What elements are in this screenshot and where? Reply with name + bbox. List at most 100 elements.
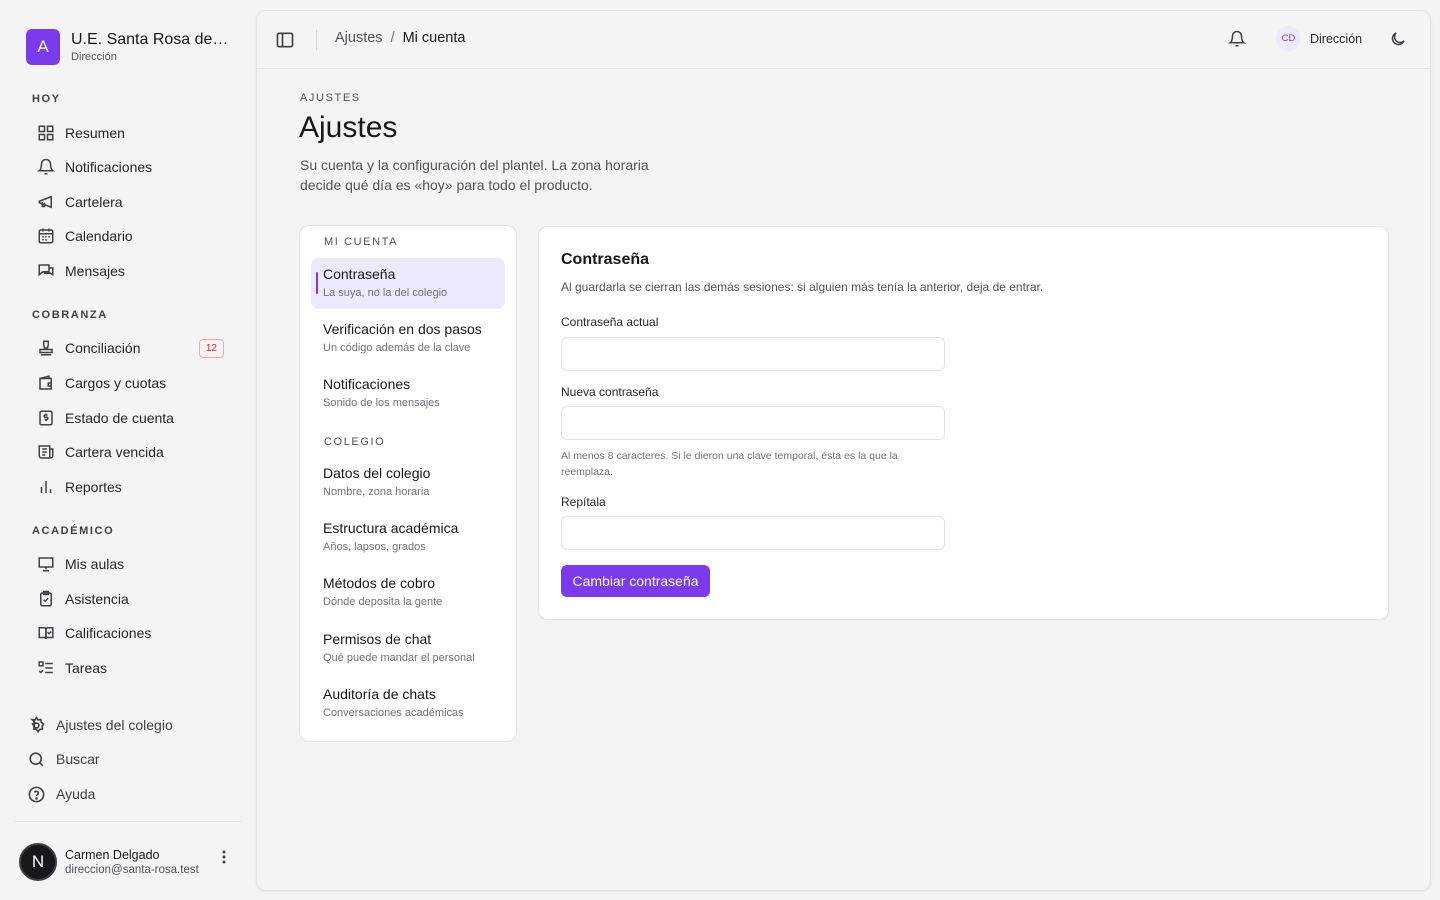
new-password-hint: Al menos 8 caracteres. Si le dieron una … xyxy=(561,450,898,478)
avatar: N xyxy=(19,843,57,881)
new-password-field[interactable] xyxy=(561,406,945,440)
settings-section-mi-cuenta: MI CUENTA xyxy=(324,236,399,248)
sidebar-item-label: Resumen xyxy=(65,125,125,141)
bell-icon[interactable] xyxy=(1228,30,1246,48)
more-vertical-icon[interactable] xyxy=(218,849,230,865)
settings-item-metodos-cobro[interactable]: Métodos de cobro Dónde deposita la gente xyxy=(311,567,505,618)
sidebar-item-label: Mensajes xyxy=(65,263,125,279)
settings-item-title: Estructura académica xyxy=(323,520,459,536)
bar-chart-icon xyxy=(37,478,55,496)
sidebar-item-label: Cartera vencida xyxy=(65,444,164,460)
page-title: Ajustes xyxy=(299,111,398,144)
sidebar-item-cargos[interactable]: Cargos y cuotas xyxy=(32,368,228,398)
settings-item-contrasena[interactable]: Contraseña La suya, no la del colegio xyxy=(311,258,505,309)
settings-item-title: Contraseña xyxy=(323,266,396,282)
statement-icon xyxy=(37,409,55,427)
sidebar-item-label: Cargos y cuotas xyxy=(65,375,167,391)
sidebar-item-ayuda[interactable]: Ayuda xyxy=(27,779,227,809)
chat-icon xyxy=(37,262,55,280)
settings-item-estructura[interactable]: Estructura académica Años, lapsos, grado… xyxy=(311,512,505,563)
settings-item-subtitle: Conversaciones académicas xyxy=(323,707,464,719)
page-description: Su cuenta y la configuración del plantel… xyxy=(300,157,649,193)
megaphone-icon xyxy=(37,193,55,211)
sidebar-item-calendario[interactable]: Calendario xyxy=(32,221,228,251)
repeat-password-field[interactable] xyxy=(561,516,945,550)
sidebar-item-label: Buscar xyxy=(56,751,100,767)
settings-item-title: Verificación en dos pasos xyxy=(323,321,482,337)
count-badge: 12 xyxy=(198,339,224,358)
user-email: direccion@santa-rosa.test xyxy=(65,863,199,876)
sidebar-item-notificaciones[interactable]: Notificaciones xyxy=(32,152,228,182)
sidebar-item-label: Calendario xyxy=(65,228,133,244)
brand-name: U.E. Santa Rosa de Lima xyxy=(71,31,231,48)
settings-item-subtitle: Sonido de los mensajes xyxy=(323,397,440,409)
breadcrumb-current: Mi cuenta xyxy=(402,30,466,46)
help-icon xyxy=(27,785,46,804)
settings-item-subtitle: Qué puede mandar el personal xyxy=(323,652,475,664)
card-description: Al guardarla se cierran las demás sesion… xyxy=(561,280,1044,294)
brand-logo: A xyxy=(26,29,60,65)
sidebar-item-buscar[interactable]: Buscar xyxy=(27,744,227,774)
password-card: Contraseña Al guardarla se cierran las d… xyxy=(538,226,1389,620)
moon-icon[interactable] xyxy=(1389,30,1407,48)
list-todo-icon xyxy=(37,659,55,677)
sidebar-item-cartelera[interactable]: Cartelera xyxy=(32,187,228,217)
sidebar-item-mensajes[interactable]: Mensajes xyxy=(32,256,228,286)
brand-role: Dirección xyxy=(71,51,117,63)
sidebar-item-label: Asistencia xyxy=(65,591,129,607)
sidebar-item-tareas[interactable]: Tareas xyxy=(32,653,228,683)
sidebar-item-label: Conciliación xyxy=(65,340,141,356)
sidebar-item-asistencia[interactable]: Asistencia xyxy=(32,584,228,614)
settings-item-verificacion[interactable]: Verificación en dos pasos Un código adem… xyxy=(311,313,505,364)
sidebar-item-label: Reportes xyxy=(65,479,122,495)
main-panel: Ajustes / Mi cuenta CD Dirección AJUSTES… xyxy=(256,10,1431,891)
settings-nav: MI CUENTA Contraseña La suya, no la del … xyxy=(299,225,517,742)
change-password-button[interactable]: Cambiar contraseña xyxy=(561,565,710,597)
nav-section-hoy: HOY xyxy=(32,93,61,105)
breadcrumb-separator: / xyxy=(390,30,395,46)
settings-item-permisos-chat[interactable]: Permisos de chat Qué puede mandar el per… xyxy=(311,623,505,674)
nav-section-academico: ACADÉMICO xyxy=(32,525,115,537)
sidebar-item-reportes[interactable]: Reportes xyxy=(32,472,228,502)
sidebar-item-estado-cuenta[interactable]: Estado de cuenta xyxy=(32,403,228,433)
sidebar-item-conciliacion[interactable]: Conciliación 12 xyxy=(32,333,228,363)
page-eyebrow: AJUSTES xyxy=(300,92,361,104)
sidebar-item-mis-aulas[interactable]: Mis aulas xyxy=(32,549,228,579)
account-menu[interactable]: CD Dirección xyxy=(1276,26,1362,51)
search-icon xyxy=(27,750,46,769)
sidebar-item-resumen[interactable]: Resumen xyxy=(32,118,228,148)
settings-section-colegio: COLEGIO xyxy=(324,436,386,448)
avatar: CD xyxy=(1276,26,1301,51)
book-check-icon xyxy=(37,624,55,642)
sidebar-toggle-icon[interactable] xyxy=(275,30,295,50)
settings-item-title: Permisos de chat xyxy=(323,631,432,647)
nav-section-cobranza: COBRANZA xyxy=(32,309,108,321)
current-password-label: Contraseña actual xyxy=(561,315,659,329)
current-password-field[interactable] xyxy=(561,337,945,371)
settings-item-title: Datos del colegio xyxy=(323,465,431,481)
breadcrumb-link-ajustes[interactable]: Ajustes xyxy=(335,30,383,46)
settings-item-title: Notificaciones xyxy=(323,376,411,392)
sidebar-item-label: Calificaciones xyxy=(65,625,152,641)
stamp-icon xyxy=(37,339,55,357)
user-profile[interactable]: N Carmen Delgado direccion@santa-rosa.te… xyxy=(19,843,199,881)
sidebar-item-calificaciones[interactable]: Calificaciones xyxy=(32,618,228,648)
bell-icon xyxy=(37,158,55,176)
settings-item-subtitle: La suya, no la del colegio xyxy=(323,287,448,299)
settings-item-notificaciones[interactable]: Notificaciones Sonido de los mensajes xyxy=(311,368,505,419)
sidebar-item-label: Notificaciones xyxy=(65,159,153,175)
card-title: Contraseña xyxy=(561,251,650,268)
divider xyxy=(316,30,317,50)
user-name: Carmen Delgado xyxy=(65,847,160,862)
calendar-icon xyxy=(37,227,55,245)
sidebar-item-label: Cartelera xyxy=(65,194,123,210)
divider xyxy=(15,821,241,822)
settings-item-datos-colegio[interactable]: Datos del colegio Nombre, zona horaria xyxy=(311,457,505,508)
brand[interactable]: A U.E. Santa Rosa de Lima Dirección xyxy=(26,29,231,65)
sidebar-item-label: Mis aulas xyxy=(65,556,125,572)
settings-item-title: Auditoría de chats xyxy=(323,686,436,702)
sidebar-item-ajustes-colegio[interactable]: Ajustes del colegio xyxy=(27,710,227,740)
settings-item-auditoria[interactable]: Auditoría de chats Conversaciones académ… xyxy=(311,678,505,729)
account-label: Dirección xyxy=(1310,31,1363,46)
sidebar-item-cartera-vencida[interactable]: Cartera vencida xyxy=(32,437,228,467)
